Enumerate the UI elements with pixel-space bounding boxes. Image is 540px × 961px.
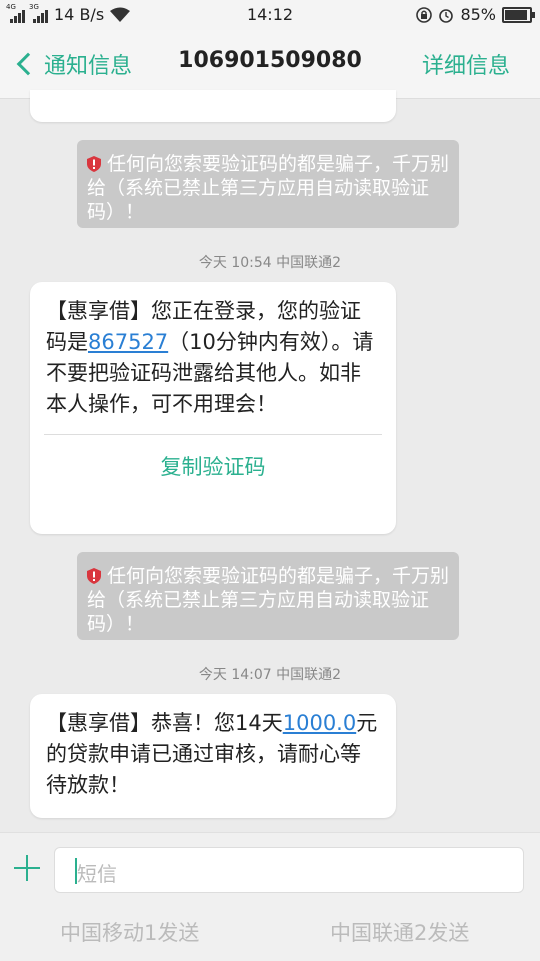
- lock-rotation-icon: [416, 6, 433, 23]
- shield-alert-icon: [87, 156, 101, 172]
- compose-bar: 短信 中国移动1发送 中国联通2发送: [0, 832, 540, 961]
- alarm-icon: [439, 8, 454, 23]
- message-bubble-partial: [30, 90, 396, 122]
- top-bar: 通知信息 106901509080 详细信息: [0, 30, 540, 99]
- message-bubble: 【惠享借】您正在登录，您的验证码是867527（10分钟内有效）。请不要把验证码…: [30, 282, 396, 534]
- amount-link[interactable]: 1000.0: [283, 711, 356, 735]
- message-bubble: 【惠享借】恭喜！您14天1000.0元的贷款申请已通过审核，请耐心等待放款！: [30, 694, 396, 818]
- back-label: 通知信息: [44, 54, 133, 79]
- shield-alert-icon: [87, 568, 101, 584]
- status-bar: 4G 3G 14 B/s 14:12 85%: [0, 0, 540, 30]
- detail-button[interactable]: 详细信息: [422, 48, 510, 80]
- battery-percent: 85%: [460, 5, 496, 24]
- warning-text: 任何向您索要验证码的都是骗子，千万别给（系统已禁止第三方应用自动读取验证码）！: [87, 153, 450, 223]
- security-warning: 任何向您索要验证码的都是骗子，千万别给（系统已禁止第三方应用自动读取验证码）！: [77, 140, 459, 228]
- warning-text: 任何向您索要验证码的都是骗子，千万别给（系统已禁止第三方应用自动读取验证码）！: [87, 565, 450, 635]
- back-arrow-icon: [16, 52, 40, 76]
- message-timestamp: 今天 14:07 中国联通2: [198, 667, 342, 683]
- message-input[interactable]: 短信: [54, 847, 524, 893]
- send-sim2-button[interactable]: 中国联通2发送: [330, 917, 469, 947]
- message-text: 【惠享借】您正在登录，您的验证码是867527（10分钟内有效）。请不要把验证码…: [46, 299, 374, 416]
- security-warning: 任何向您索要验证码的都是骗子，千万别给（系统已禁止第三方应用自动读取验证码）！: [77, 552, 459, 640]
- send-sim1-button[interactable]: 中国移动1发送: [60, 917, 199, 947]
- message-timestamp: 今天 10:54 中国联通2: [198, 255, 342, 271]
- copy-code-button[interactable]: 复制验证码: [30, 435, 396, 499]
- text-cursor: [75, 858, 77, 884]
- verification-code-link[interactable]: 867527: [88, 330, 168, 354]
- input-placeholder: 短信: [77, 862, 117, 886]
- battery-icon: [502, 6, 535, 23]
- message-text: 【惠享借】恭喜！您14天1000.0元的贷款申请已通过审核，请耐心等待放款！: [46, 711, 378, 797]
- back-button[interactable]: 通知信息: [14, 48, 132, 80]
- add-attachment-icon[interactable]: [14, 855, 40, 881]
